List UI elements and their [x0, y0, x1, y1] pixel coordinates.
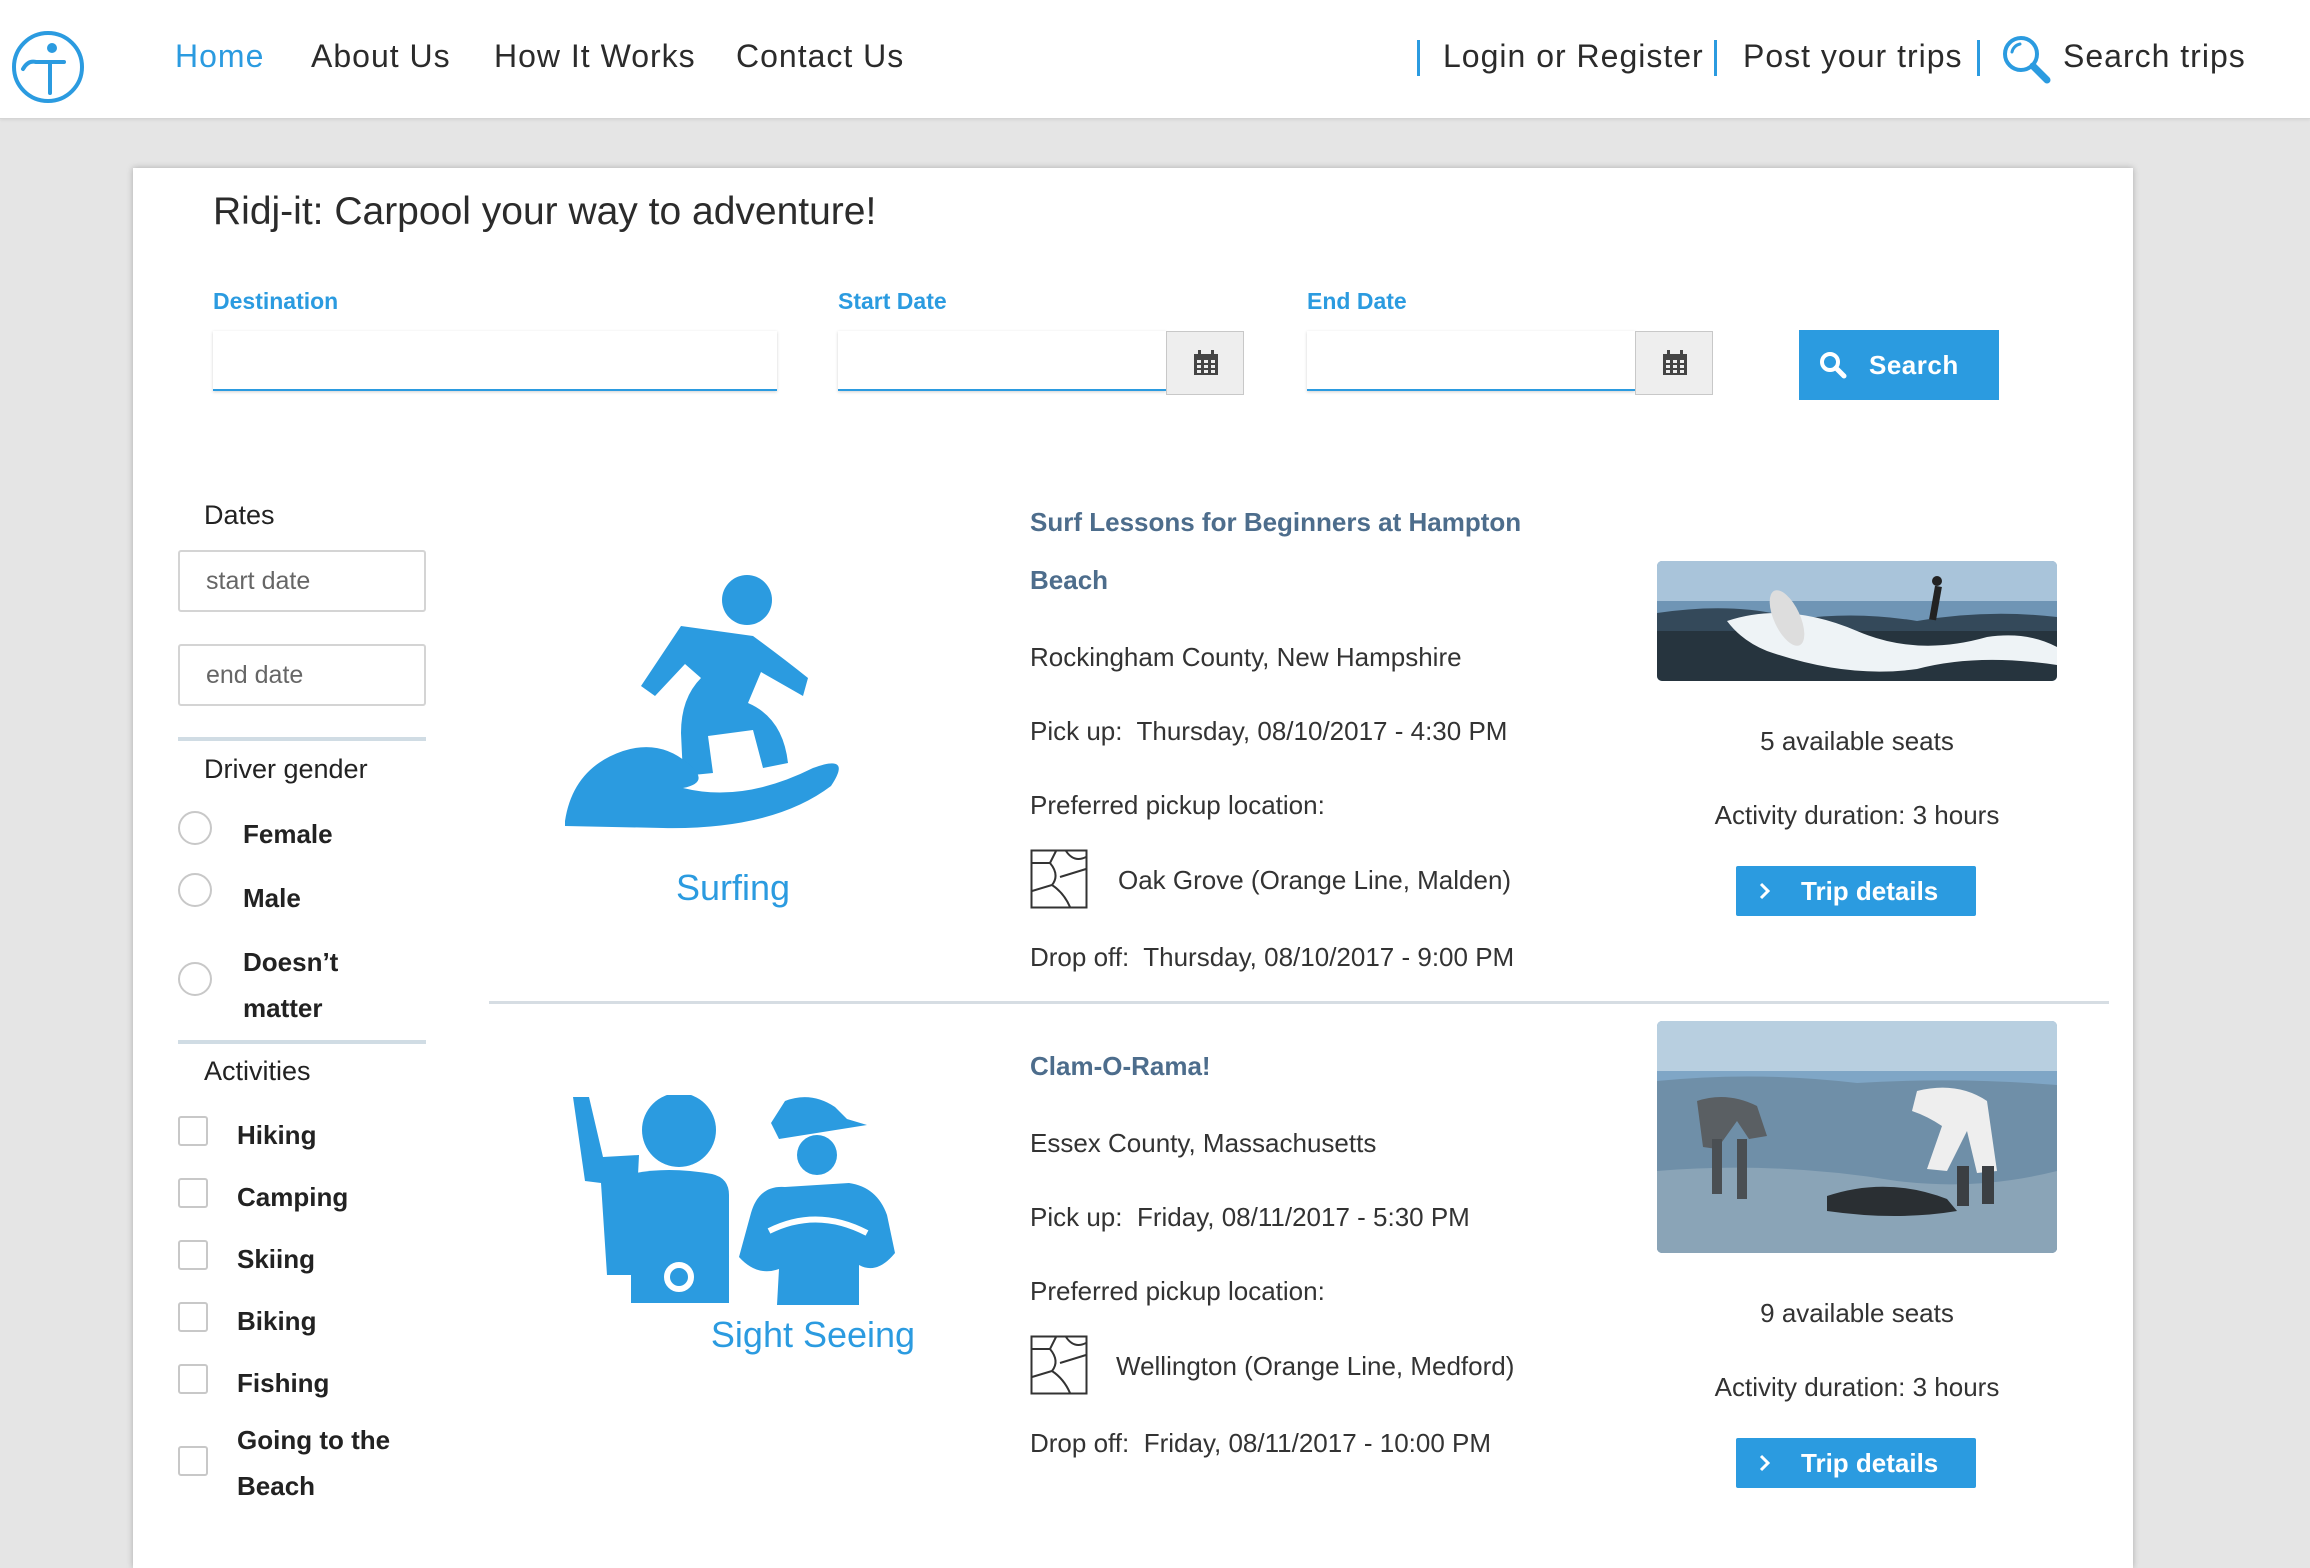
trip-dropoff: Drop off: Friday, 08/11/2017 - 10:00 PM — [1030, 1428, 1491, 1459]
activity-label-sight-seeing: Sight Seeing — [710, 1314, 916, 1355]
gender-label-male: Male — [243, 883, 301, 913]
trip-details-label: Trip details — [1801, 876, 1939, 906]
activity-checkbox-skiing[interactable] — [178, 1240, 208, 1270]
dropoff-time: Friday, 08/11/2017 - 10:00 PM — [1143, 1428, 1492, 1458]
trip-location: Essex County, Massachusetts — [1030, 1128, 1377, 1158]
nav-login-register[interactable]: Login or Register — [1443, 38, 1704, 75]
calendar-icon — [1663, 350, 1687, 375]
activity-checkbox-hiking[interactable] — [178, 1116, 208, 1146]
start-date-input[interactable] — [838, 331, 1166, 391]
map-icon — [1030, 1335, 1088, 1395]
pickup-time: Friday, 08/11/2017 - 5:30 PM — [1136, 1202, 1470, 1232]
map-icon — [1030, 849, 1088, 909]
activity-checkbox-fishing[interactable] — [178, 1364, 208, 1394]
activity-checkbox-beach[interactable] — [178, 1446, 208, 1476]
gender-radio-female[interactable] — [178, 811, 212, 845]
trip-pickup: Pick up: Thursday, 08/10/2017 - 4:30 PM — [1030, 716, 1507, 747]
nav-how-it-works[interactable]: How It Works — [494, 38, 696, 75]
activity-label-surfing: Surfing — [675, 867, 791, 908]
activity-duration: Activity duration: 3 hours — [1714, 1372, 2000, 1402]
pickup-location: Wellington (Orange Line, Medford) — [1116, 1351, 1515, 1381]
pickup-label: Pick up: — [1030, 1202, 1123, 1232]
gender-radio-male[interactable] — [178, 873, 212, 907]
trip-location: Rockingham County, New Hampshire — [1030, 642, 1462, 672]
driver-gender-heading: Driver gender — [204, 754, 368, 784]
nav-separator — [1977, 40, 1980, 76]
activities-heading: Activities — [204, 1056, 311, 1086]
trip-details-button[interactable]: Trip details — [1736, 1438, 1976, 1488]
gender-radio-doesnt-matter[interactable] — [178, 962, 212, 996]
trip-details-label: Trip details — [1801, 1448, 1939, 1478]
main-card: Ridj-it: Carpool your way to adventure! … — [133, 168, 2133, 1568]
surfer-icon — [565, 575, 839, 829]
start-date-calendar-button[interactable] — [1166, 331, 1244, 395]
nav-home[interactable]: Home — [175, 38, 264, 75]
activity-checkbox-camping[interactable] — [178, 1178, 208, 1208]
trip-details-button[interactable]: Trip details — [1736, 866, 1976, 916]
search-button-label: Search — [1869, 350, 1959, 380]
nav-contact-us[interactable]: Contact Us — [736, 38, 904, 75]
nav-about-us[interactable]: About Us — [311, 38, 451, 75]
search-icon — [1820, 352, 1847, 379]
start-date-label: Start Date — [838, 288, 947, 314]
preferred-pickup-label: Preferred pickup location: — [1030, 790, 1325, 820]
activity-checkbox-biking[interactable] — [178, 1302, 208, 1332]
end-date-calendar-button[interactable] — [1635, 331, 1713, 395]
gender-label-doesnt-matter: Doesn’t matter — [243, 947, 339, 1023]
trip-title[interactable]: Surf Lessons for Beginners at Hampton Be… — [1030, 493, 1550, 609]
nav-separator — [1417, 40, 1420, 76]
filter-start-date-input[interactable] — [178, 550, 426, 612]
top-navbar: Home About Us How It Works Contact Us Lo… — [0, 0, 2310, 119]
page-tagline: Ridj-it: Carpool your way to adventure! — [213, 190, 877, 233]
dropoff-label: Drop off: — [1030, 1428, 1130, 1458]
destination-label: Destination — [213, 288, 339, 314]
nav-separator — [1714, 40, 1717, 76]
dropoff-time: Thursday, 08/10/2017 - 9:00 PM — [1143, 942, 1515, 972]
sightseeing-icon — [573, 1095, 895, 1305]
available-seats: 5 available seats — [1760, 726, 1954, 756]
nav-search-trips[interactable]: Search trips — [2063, 38, 2246, 75]
trip-divider — [489, 1001, 2109, 1004]
available-seats: 9 available seats — [1760, 1298, 1954, 1328]
dates-heading: Dates — [204, 500, 275, 530]
preferred-pickup-label: Preferred pickup location: — [1030, 1276, 1325, 1306]
pickup-time: Thursday, 08/10/2017 - 4:30 PM — [1136, 716, 1508, 746]
magnifier-icon[interactable] — [2000, 33, 2052, 85]
trip-photo-clams — [1657, 1021, 2057, 1253]
person-logo-icon[interactable] — [10, 29, 86, 105]
activity-duration: Activity duration: 3 hours — [1714, 800, 2000, 830]
trip-pickup: Pick up: Friday, 08/11/2017 - 5:30 PM — [1030, 1202, 1470, 1233]
pickup-label: Pick up: — [1030, 716, 1123, 746]
trip-photo-surf — [1657, 561, 2057, 681]
filter-end-date-input[interactable] — [178, 644, 426, 706]
nav-post-trips[interactable]: Post your trips — [1743, 38, 1963, 75]
filter-divider — [178, 737, 426, 741]
gender-label-female: Female — [243, 819, 333, 849]
trip-dropoff: Drop off: Thursday, 08/10/2017 - 9:00 PM — [1030, 942, 1514, 973]
chevron-right-icon — [1759, 1454, 1771, 1472]
trip-title[interactable]: Clam-O-Rama! — [1030, 1037, 1550, 1095]
chevron-right-icon — [1759, 882, 1771, 900]
activity-label-biking: Biking — [237, 1306, 317, 1336]
activity-label-beach: Going to the Beach — [237, 1425, 391, 1501]
activity-label-skiing: Skiing — [237, 1244, 316, 1274]
dropoff-label: Drop off: — [1030, 942, 1130, 972]
end-date-label: End Date — [1307, 288, 1407, 314]
end-date-input[interactable] — [1307, 331, 1635, 391]
filter-divider — [178, 1040, 426, 1044]
activity-label-fishing: Fishing — [237, 1368, 330, 1398]
search-button[interactable]: Search — [1799, 330, 1999, 400]
activity-label-camping: Camping — [237, 1182, 349, 1212]
destination-input[interactable] — [213, 331, 777, 391]
calendar-icon — [1194, 350, 1218, 375]
pickup-location: Oak Grove (Orange Line, Malden) — [1118, 865, 1512, 895]
activity-label-hiking: Hiking — [237, 1120, 317, 1150]
